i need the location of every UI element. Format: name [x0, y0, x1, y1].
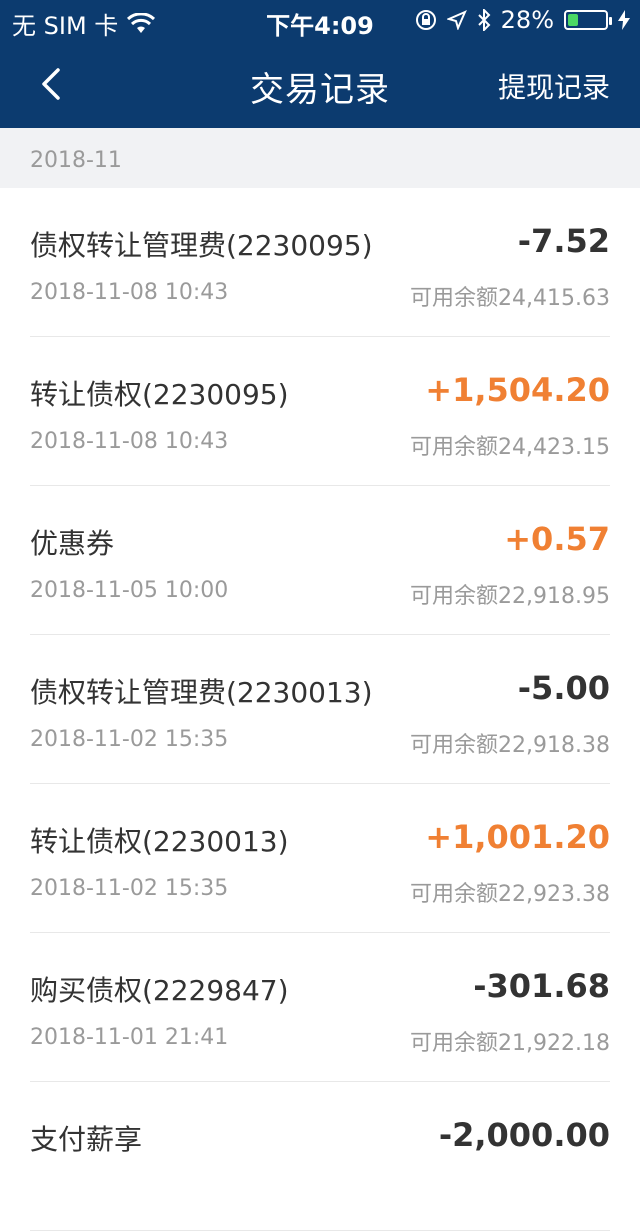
transaction-amount: -5.00 [517, 669, 610, 707]
month-label: 2018-11 [30, 148, 122, 173]
top-bar: 无 SIM 卡 下午4:09 28% 交易记录 提现记录 [0, 0, 640, 128]
nav-bar: 交易记录 提现记录 [0, 40, 640, 128]
transaction-balance: 可用余额24,423.15 [410, 435, 610, 460]
transaction-time: 2018-11-02 15:35 [30, 876, 229, 901]
location-icon [446, 10, 467, 30]
transaction-row[interactable]: 转让债权(2230013) +1,001.20 2018-11-02 15:35… [30, 784, 610, 933]
transaction-amount: -7.52 [517, 222, 610, 260]
battery-level [568, 14, 578, 26]
transaction-row[interactable]: 购买债权(2229847) -301.68 2018-11-01 21:41 可… [30, 933, 610, 1082]
transaction-name: 优惠券 [30, 527, 115, 560]
battery-icon [564, 10, 612, 30]
month-header: 2018-11 [0, 128, 640, 188]
transaction-row[interactable]: 债权转让管理费(2230013) -5.00 2018-11-02 15:35 … [30, 635, 610, 784]
transaction-amount: -301.68 [473, 967, 610, 1005]
transaction-balance: 可用余额22,918.95 [410, 584, 610, 609]
transaction-amount: +1,001.20 [425, 818, 610, 856]
transaction-name: 转让债权(2230095) [30, 378, 289, 411]
transaction-name: 债权转让管理费(2230095) [30, 229, 373, 262]
transaction-row[interactable]: 债权转让管理费(2230095) -7.52 2018-11-08 10:43 … [30, 188, 610, 337]
transaction-name: 支付薪享 [30, 1123, 143, 1156]
bluetooth-icon [477, 9, 491, 31]
transaction-list: 债权转让管理费(2230095) -7.52 2018-11-08 10:43 … [0, 188, 640, 1231]
transaction-row[interactable]: 优惠券 +0.57 2018-11-05 10:00 可用余额22,918.95 [30, 486, 610, 635]
transaction-row[interactable]: 支付薪享 -2,000.00 [30, 1082, 610, 1231]
transaction-time: 2018-11-05 10:00 [30, 578, 229, 603]
transaction-time: 2018-11-08 10:43 [30, 280, 229, 305]
transaction-balance: 可用余额24,415.63 [410, 286, 610, 311]
transaction-amount: +0.57 [504, 520, 610, 558]
transaction-amount: -2,000.00 [438, 1116, 610, 1154]
transaction-balance: 可用余额22,918.38 [410, 733, 610, 758]
transaction-balance: 可用余额22,923.38 [410, 882, 610, 907]
transaction-balance: 可用余额21,922.18 [410, 1031, 610, 1056]
withdraw-records-link[interactable]: 提现记录 [498, 66, 610, 106]
transaction-name: 购买债权(2229847) [30, 974, 289, 1007]
transaction-amount: +1,504.20 [425, 371, 610, 409]
transaction-time: 2018-11-01 21:41 [30, 1025, 229, 1050]
battery-percent: 28% [500, 6, 554, 34]
transaction-time: 2018-11-02 15:35 [30, 727, 229, 752]
transaction-name: 转让债权(2230013) [30, 825, 289, 858]
status-right: 28% [415, 6, 630, 34]
transaction-row[interactable]: 转让债权(2230095) +1,504.20 2018-11-08 10:43… [30, 337, 610, 486]
transaction-time: 2018-11-08 10:43 [30, 429, 229, 454]
charging-icon [618, 10, 630, 30]
rotation-lock-icon [415, 10, 436, 30]
transaction-name: 债权转让管理费(2230013) [30, 676, 373, 709]
status-bar: 无 SIM 卡 下午4:09 28% [0, 0, 640, 40]
